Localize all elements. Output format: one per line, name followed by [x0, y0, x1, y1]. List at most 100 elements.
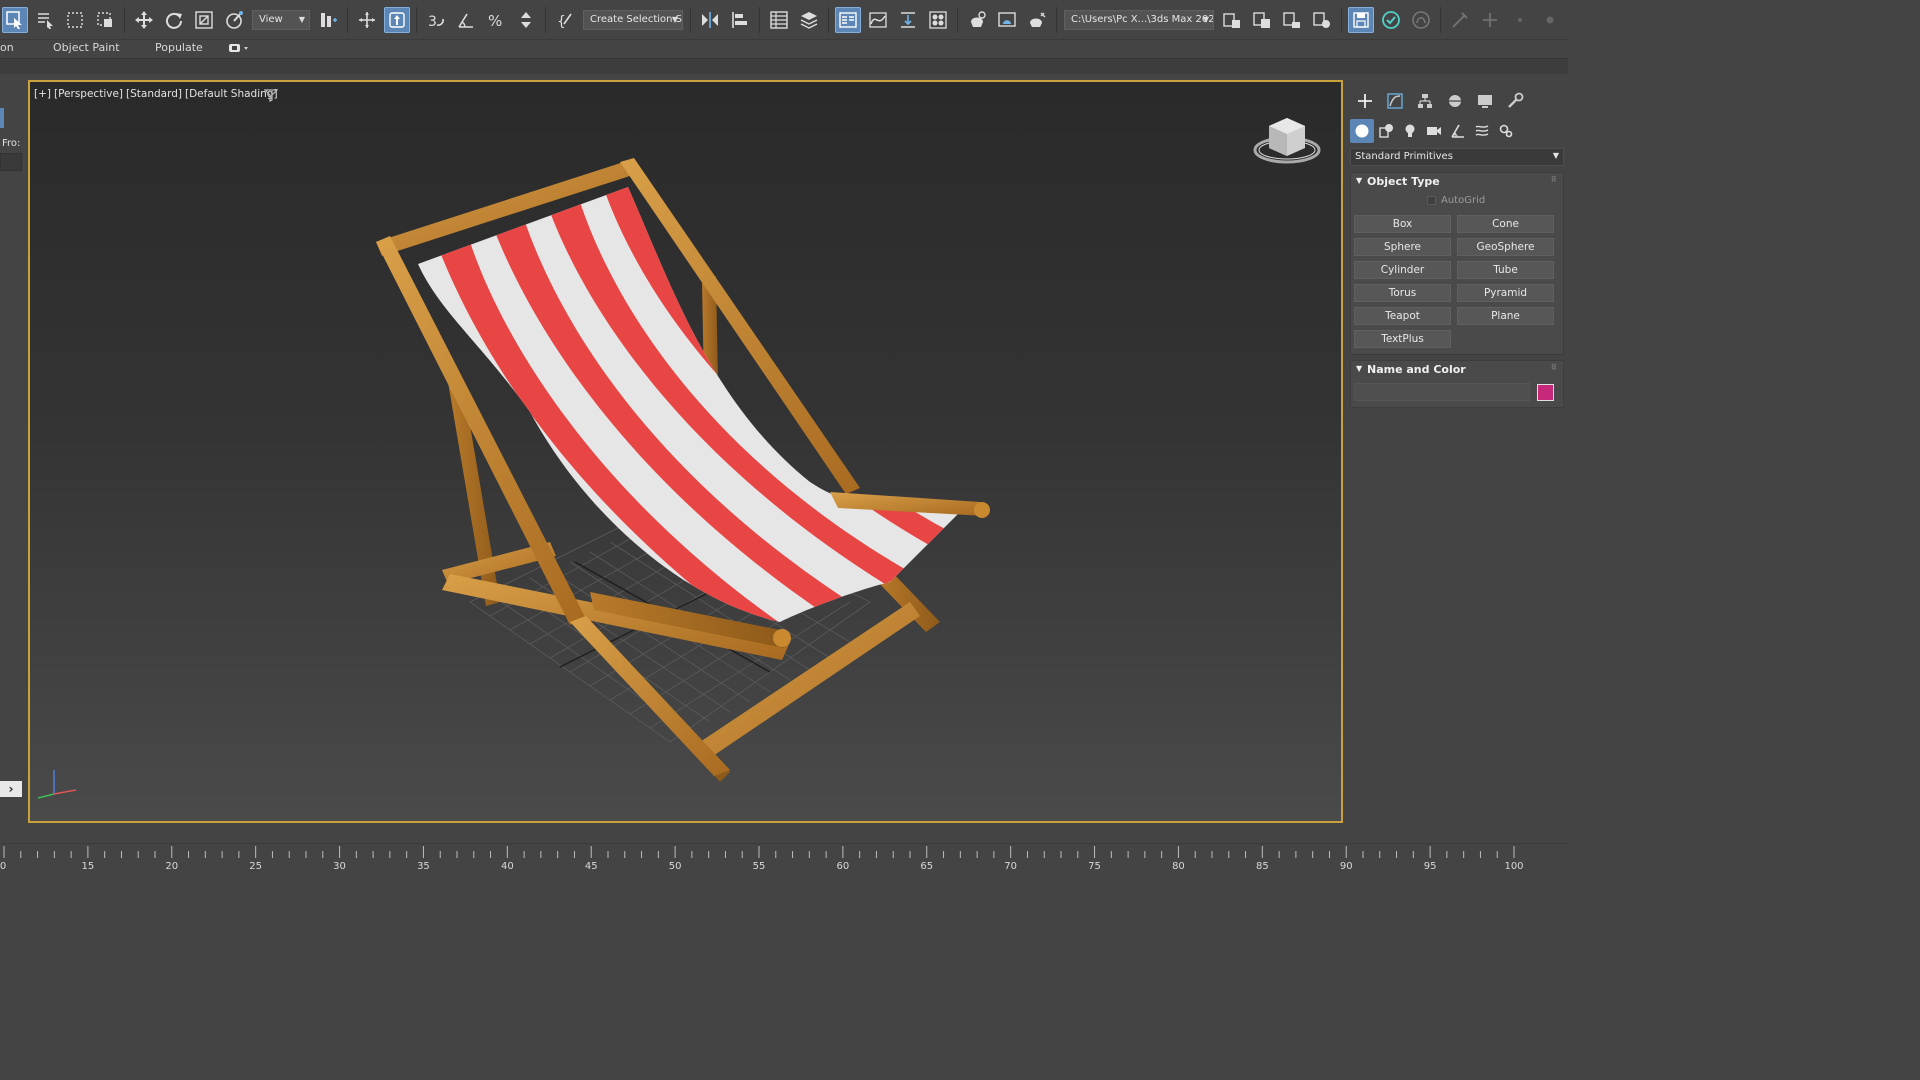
- keyboard-shortcut-override-icon[interactable]: [384, 6, 410, 33]
- save-icon[interactable]: [1348, 6, 1374, 33]
- teapot-button[interactable]: Teapot: [1354, 307, 1451, 325]
- chevron-down-icon: ▼: [298, 14, 305, 24]
- window-crossing-icon[interactable]: [92, 7, 118, 33]
- project-settings-icon[interactable]: [1309, 7, 1335, 33]
- edit-named-selection-icon[interactable]: {: [552, 7, 578, 33]
- spinner-snap-icon[interactable]: [513, 7, 539, 33]
- ribbon-tab-object-paint[interactable]: Object Paint: [53, 41, 120, 54]
- ruler-tick-label: 15: [81, 861, 95, 872]
- ruler-tick-label: 55: [752, 861, 766, 872]
- render-production-icon[interactable]: [1024, 7, 1050, 33]
- named-selection-dropdown[interactable]: Create Selection Se ▼: [583, 9, 683, 30]
- render-setup-icon[interactable]: [964, 7, 990, 33]
- command-panel: Standard Primitives ▼ ▼ Object Type ⠿ Au…: [1348, 80, 1568, 830]
- project-open-icon[interactable]: [1279, 7, 1305, 33]
- toggle-ribbon-icon[interactable]: [835, 6, 861, 33]
- timeline-ruler[interactable]: 0 15 20 25 30 35 40 45 50 55 60 65 70 75 80 85 90 95 100: [0, 843, 1568, 882]
- display-tab-icon[interactable]: [1470, 89, 1500, 113]
- select-manipulate-icon[interactable]: [354, 7, 380, 33]
- scale-icon[interactable]: [191, 7, 217, 33]
- snaps-toggle-icon[interactable]: 3: [423, 7, 449, 33]
- rail-slot[interactable]: [0, 153, 22, 171]
- geosphere-button[interactable]: GeoSphere: [1457, 238, 1554, 256]
- toolbar-divider: [690, 6, 691, 33]
- toolbar-divider: [1056, 6, 1057, 33]
- viewport-mode[interactable]: [Standard]: [126, 88, 182, 100]
- scene-explorer-icon[interactable]: [766, 7, 792, 33]
- shapes-icon[interactable]: [1374, 119, 1398, 143]
- modify-tab-icon[interactable]: [1380, 89, 1410, 113]
- textplus-button[interactable]: TextPlus: [1354, 330, 1451, 348]
- object-name-field[interactable]: [1354, 383, 1530, 401]
- schematic-view-icon[interactable]: [895, 7, 921, 33]
- ruler-tick-label: 20: [165, 861, 179, 872]
- filter-icon[interactable]: [263, 87, 279, 106]
- autogrid-checkbox[interactable]: [1427, 196, 1436, 205]
- curve-editor-icon[interactable]: [865, 7, 891, 33]
- align-icon[interactable]: [727, 7, 753, 33]
- pivot-point-icon[interactable]: [315, 7, 341, 33]
- brush-tool-icon[interactable]: [1447, 7, 1473, 33]
- rotate-icon[interactable]: [161, 7, 187, 33]
- tube-button[interactable]: Tube: [1457, 261, 1554, 279]
- space-warps-icon[interactable]: [1470, 119, 1494, 143]
- geometry-sphere-icon[interactable]: [1350, 119, 1374, 143]
- add-tool-icon[interactable]: [1477, 7, 1503, 33]
- create-category-tabs: [1350, 118, 1566, 144]
- viewcube-icon[interactable]: [1252, 110, 1322, 174]
- toolbar-divider: [545, 6, 546, 33]
- ribbon-tab-populate[interactable]: Populate: [155, 41, 203, 54]
- viewport-label[interactable]: [+] [Perspective] [Standard] [Default Shadi…: [34, 88, 281, 100]
- svg-text:3: 3: [428, 14, 437, 30]
- ribbon-tabs: on Object Paint Populate: [0, 40, 1568, 58]
- angle-snap-icon[interactable]: [453, 7, 479, 33]
- ribbon-options-icon[interactable]: [228, 42, 250, 57]
- helpers-icon[interactable]: [1446, 119, 1470, 143]
- pyramid-button[interactable]: Pyramid: [1457, 284, 1554, 302]
- cameras-icon[interactable]: [1422, 119, 1446, 143]
- toolbar-divider: [828, 6, 829, 33]
- primitive-category-dropdown[interactable]: Standard Primitives ▼: [1350, 148, 1564, 166]
- project-new-icon[interactable]: [1249, 7, 1275, 33]
- viewport-point-of-view[interactable]: [Perspective]: [54, 88, 123, 100]
- select-object-icon[interactable]: [2, 6, 28, 33]
- rectangular-selection-icon[interactable]: [62, 7, 88, 33]
- motion-tab-icon[interactable]: [1440, 89, 1470, 113]
- cylinder-button[interactable]: Cylinder: [1354, 261, 1451, 279]
- material-editor-icon[interactable]: [925, 7, 951, 33]
- box-button[interactable]: Box: [1354, 215, 1451, 233]
- project-path-dropdown[interactable]: C:\Users\Pc X...\3ds Max 202: ▼: [1064, 9, 1214, 30]
- ribbon-tab-partial[interactable]: on: [0, 41, 14, 54]
- autogrid-option[interactable]: AutoGrid: [1351, 195, 1563, 209]
- percent-snap-icon[interactable]: %: [483, 7, 509, 33]
- systems-icon[interactable]: [1494, 119, 1518, 143]
- create-tab-plus-icon[interactable]: [1350, 89, 1380, 113]
- select-by-name-icon[interactable]: [32, 7, 58, 33]
- layer-explorer-icon[interactable]: [796, 7, 822, 33]
- rendered-frame-window-icon[interactable]: [994, 7, 1020, 33]
- object-color-swatch[interactable]: [1537, 383, 1554, 401]
- utilities-tab-wrench-icon[interactable]: [1500, 89, 1530, 113]
- perspective-viewport[interactable]: [+] [Perspective] [Standard] [Default Shadi…: [28, 80, 1343, 823]
- viewport-menu-plus[interactable]: [+]: [34, 88, 51, 100]
- torus-button[interactable]: Torus: [1354, 284, 1451, 302]
- object-type-header[interactable]: ▼ Object Type ⠿: [1351, 173, 1563, 191]
- project-folder-icon[interactable]: [1219, 7, 1245, 33]
- move-icon[interactable]: [131, 7, 157, 33]
- name-and-color-header[interactable]: ▼ Name and Color ⠿: [1351, 361, 1563, 379]
- checkmark-icon[interactable]: [1378, 7, 1404, 33]
- plane-button[interactable]: Plane: [1457, 307, 1554, 325]
- lights-bulb-icon[interactable]: [1398, 119, 1422, 143]
- reference-coordinate-dropdown[interactable]: View ▼: [252, 9, 310, 30]
- mirror-icon[interactable]: [697, 7, 723, 33]
- sphere-button[interactable]: Sphere: [1354, 238, 1451, 256]
- chevron-right-icon[interactable]: ›: [0, 781, 22, 797]
- freeze-label[interactable]: Fro:: [2, 138, 20, 149]
- arnold-icon[interactable]: [1408, 7, 1434, 33]
- autogrid-label: AutoGrid: [1441, 195, 1486, 206]
- chevron-down-icon: ▼: [1552, 151, 1559, 160]
- ruler-ticks: [3, 846, 1515, 858]
- cone-button[interactable]: Cone: [1457, 215, 1554, 233]
- hierarchy-tab-icon[interactable]: [1410, 89, 1440, 113]
- place-icon[interactable]: [221, 7, 247, 33]
